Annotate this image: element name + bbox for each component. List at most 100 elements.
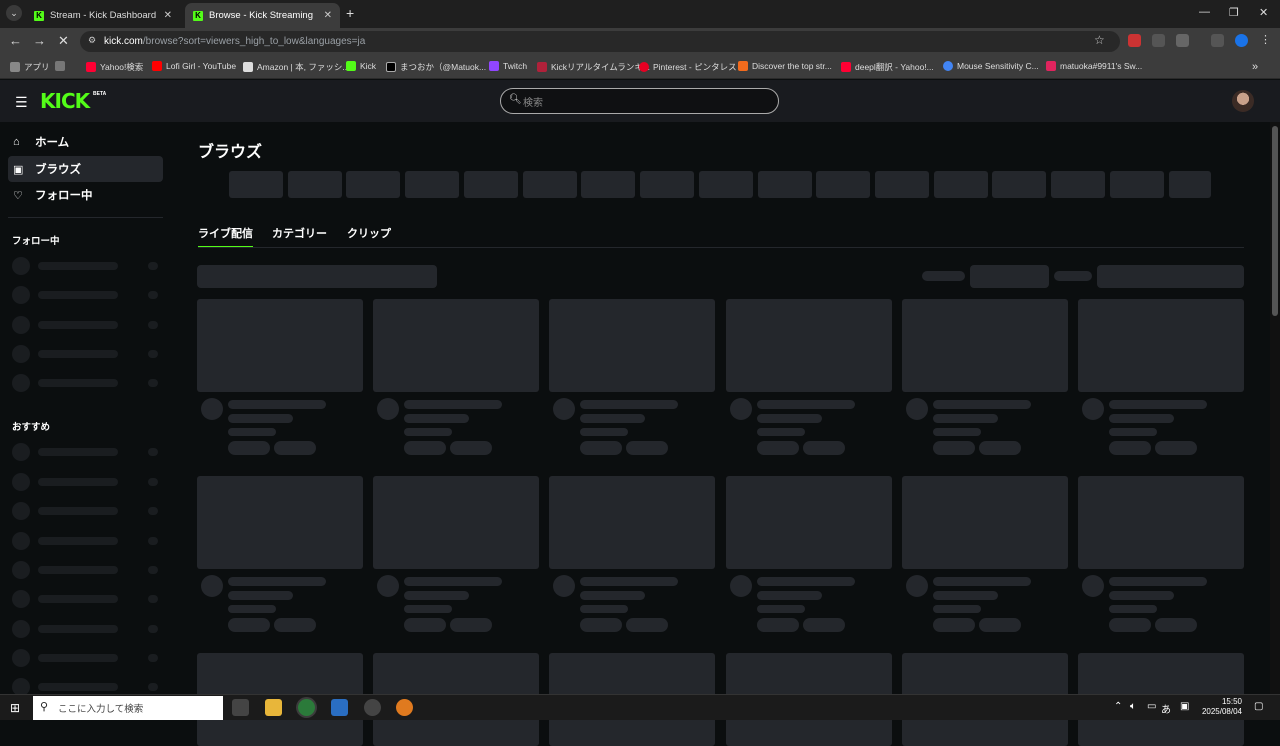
sidebar-channel-skeleton	[12, 473, 158, 491]
media-icon[interactable]	[1211, 34, 1224, 47]
file-explorer-icon[interactable]	[265, 699, 282, 716]
kick-favicon-icon: K	[193, 10, 203, 21]
site-info-icon[interactable]: ⚙	[88, 35, 96, 46]
tab-title: Stream - Kick Dashboard	[50, 10, 157, 21]
extension-icon[interactable]	[1152, 34, 1165, 47]
bookmark-grid[interactable]	[55, 61, 69, 71]
new-tab-button[interactable]: +	[346, 5, 354, 21]
sidebar-channel-skeleton	[12, 316, 158, 334]
scrollbar-thumb[interactable]	[1272, 126, 1278, 316]
sidebar-channel-skeleton	[12, 590, 158, 608]
tab-clips[interactable]: クリップ	[347, 225, 391, 241]
bookmark-star-icon[interactable]: ☆	[1094, 33, 1105, 47]
tab-browse-kick[interactable]: K Browse - Kick Streaming ✕	[185, 3, 340, 28]
category-chip-skeleton	[934, 171, 988, 198]
kick-favicon-icon: K	[34, 10, 44, 21]
filter-skeleton	[970, 265, 1049, 288]
bookmark-yahoo[interactable]: Yahoo!検索	[86, 61, 143, 73]
restore-icon[interactable]: ❐	[1229, 6, 1239, 19]
minimize-icon[interactable]: —	[1199, 6, 1210, 18]
ime-indicator[interactable]: あ	[1161, 701, 1171, 716]
app-icon[interactable]	[364, 699, 381, 716]
sidebar-item-home[interactable]: ⌂ ホーム	[8, 129, 163, 155]
sidebar-item-following[interactable]: ♡ フォロー中	[8, 182, 163, 208]
bookmark-pinterest[interactable]: Pinterest - ピンタレスト	[639, 61, 745, 73]
browse-icon: ▣	[13, 163, 24, 176]
taskbar-clock[interactable]: 15:50 2025/08/04	[1200, 697, 1242, 717]
x-icon	[386, 62, 396, 72]
bookmark-lofi-girl[interactable]: Lofi Girl - YouTube	[152, 61, 236, 71]
notifications-icon[interactable]: ▢	[1254, 701, 1263, 712]
clock-date: 2025/08/04	[1201, 707, 1242, 716]
bookmark-kick-ranking[interactable]: Kickリアルタイムランキ...	[537, 61, 650, 73]
category-chip-skeleton	[640, 171, 694, 198]
menu-dots-icon[interactable]: ⋮	[1260, 33, 1271, 46]
category-chip-skeleton	[1051, 171, 1105, 198]
search-placeholder: 検索	[523, 97, 543, 109]
url-path: /browse?sort=viewers_high_to_low&languag…	[142, 36, 366, 47]
user-avatar[interactable]	[1232, 90, 1254, 112]
chrome-icon[interactable]	[298, 699, 315, 716]
sidebar-item-browse[interactable]: ▣ ブラウズ	[8, 156, 163, 182]
beta-badge: BETA	[93, 91, 107, 97]
network-icon[interactable]: ▭	[1147, 701, 1156, 712]
bookmark-twitch[interactable]: Twitch	[489, 61, 527, 71]
tab-search-icon[interactable]: ⌄	[6, 5, 22, 21]
forward-arrow-icon[interactable]: →	[33, 33, 46, 48]
search-input[interactable]: 🔍︎ 検索	[500, 88, 779, 114]
close-tab-icon[interactable]: ✕	[164, 10, 172, 21]
filter-skeleton	[1054, 271, 1092, 281]
taskbar-search-input[interactable]: ⚲ ここに入力して検索	[33, 696, 223, 720]
volume-icon[interactable]: 🔈︎	[1130, 701, 1136, 712]
sidebar-channel-skeleton	[12, 286, 158, 304]
bookmarks-overflow-icon[interactable]: »	[1252, 61, 1258, 73]
sidebar-channel-skeleton	[12, 257, 158, 275]
category-chip-skeleton	[229, 171, 283, 198]
back-arrow-icon[interactable]: ←	[9, 33, 22, 48]
category-chip-skeleton	[464, 171, 518, 198]
search-icon: ⚲	[40, 701, 49, 713]
address-bar[interactable]: kick.com/browse?sort=viewers_high_to_low…	[80, 31, 1120, 52]
hamburger-menu-icon[interactable]: ☰	[15, 94, 28, 111]
tab-live[interactable]: ライブ配信	[198, 225, 253, 248]
browser-toolbar: ← → ✕ kick.com/browse?sort=viewers_high_…	[0, 28, 1280, 55]
bookmark-deepl[interactable]: deepl翻訳 - Yahoo!...	[841, 61, 934, 73]
recommended-heading: おすすめ	[12, 422, 51, 433]
task-view-icon[interactable]	[232, 699, 249, 716]
discover-icon	[738, 61, 748, 71]
app-icon[interactable]	[396, 699, 413, 716]
site-header: ☰ KICK BETA 🔍︎ 検索	[0, 80, 1280, 122]
bookmark-kick[interactable]: Kick	[346, 61, 376, 71]
yahoo-icon	[841, 62, 851, 72]
sidebar-divider	[8, 217, 163, 218]
site-icon	[1046, 61, 1056, 71]
amazon-icon	[243, 62, 253, 72]
ime-mode-icon[interactable]: ▣	[1180, 701, 1189, 712]
page-scrollbar[interactable]	[1270, 122, 1280, 694]
bookmark-apps[interactable]: アプリ	[10, 61, 50, 73]
profile-icon[interactable]	[1235, 34, 1248, 47]
close-window-icon[interactable]: ✕	[1259, 6, 1268, 19]
app-icon[interactable]	[331, 699, 348, 716]
tray-overflow-icon[interactable]: ⌃	[1114, 701, 1122, 712]
bookmark-mouse-sensitivity[interactable]: Mouse Sensitivity C...	[943, 61, 1039, 71]
kick-logo[interactable]: KICK	[40, 89, 90, 113]
tab-title: Browse - Kick Streaming	[209, 10, 314, 21]
url-host: kick.com	[104, 36, 143, 47]
clock-time: 15:50	[1221, 697, 1242, 706]
puzzle-icon[interactable]	[1176, 34, 1189, 47]
windows-taskbar: ⊞ ⚲ ここに入力して検索 ⌃ 🔈︎ ▭ あ ▣ 15:50 2025/08/0…	[0, 694, 1280, 720]
tab-categories[interactable]: カテゴリー	[272, 225, 327, 241]
bookmark-matuoka[interactable]: matuoka#9911's Sw...	[1046, 61, 1142, 71]
tab-stream-dashboard[interactable]: K Stream - Kick Dashboard ✕	[26, 3, 180, 28]
bookmark-x[interactable]: まつおか（@Matuok...	[386, 61, 486, 73]
bookmark-amazon[interactable]: Amazon | 本, ファッシ...	[243, 61, 349, 73]
bookmark-discover[interactable]: Discover the top str...	[738, 61, 832, 71]
stop-loading-icon[interactable]: ✕	[58, 33, 69, 49]
windows-start-icon[interactable]: ⊞	[10, 701, 20, 715]
extension-icon[interactable]	[1128, 34, 1141, 47]
filter-skeleton	[922, 271, 965, 281]
grid-icon	[55, 61, 65, 71]
close-tab-icon[interactable]: ✕	[324, 10, 332, 21]
category-chip-skeleton	[1169, 171, 1211, 198]
